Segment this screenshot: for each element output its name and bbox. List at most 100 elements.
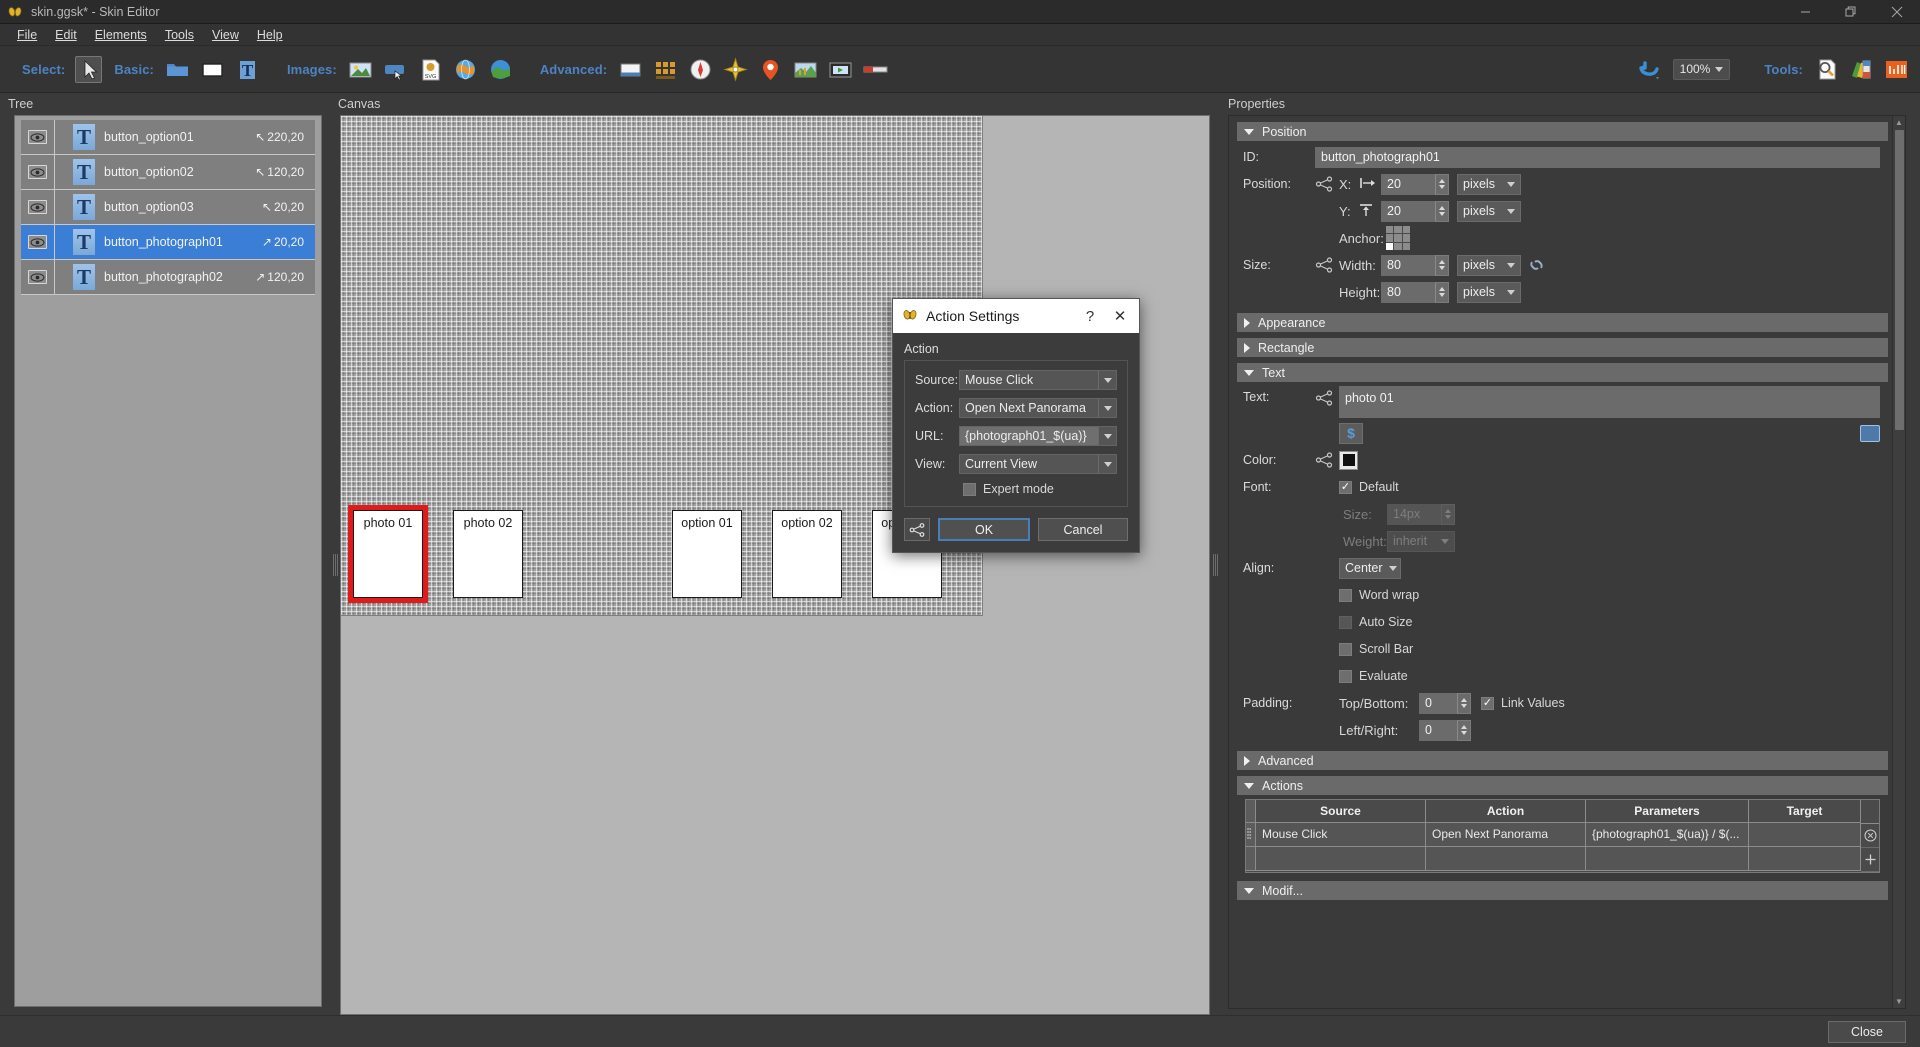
progress-bar-icon[interactable]	[862, 56, 889, 83]
dialog-help-button[interactable]: ?	[1075, 301, 1105, 331]
rectangle-icon[interactable]	[199, 56, 226, 83]
visibility-toggle[interactable]	[21, 120, 55, 154]
menu-elements[interactable]: Elements	[86, 26, 156, 44]
padding-tb-stepper[interactable]: 0	[1419, 692, 1471, 714]
undo-icon[interactable]	[1635, 54, 1665, 84]
menu-help[interactable]: Help	[248, 26, 292, 44]
inspector-icon[interactable]	[1813, 56, 1840, 83]
menu-tools[interactable]: Tools	[156, 26, 203, 44]
anchor-cell-4[interactable]	[1394, 234, 1402, 242]
video-icon[interactable]	[827, 56, 854, 83]
column-header-action[interactable]: Action	[1426, 800, 1586, 823]
share-node-icon[interactable]	[1315, 452, 1333, 468]
width-input[interactable]: 80	[1381, 254, 1435, 276]
anchor-cell-1[interactable]	[1394, 226, 1402, 234]
cell-target[interactable]	[1749, 847, 1861, 871]
x-input[interactable]: 20	[1381, 173, 1435, 195]
left-splitter[interactable]	[330, 115, 340, 1015]
align-left-icon[interactable]	[1359, 177, 1381, 192]
scroll-up-arrow[interactable]: ▲	[1893, 116, 1906, 129]
actions-row-2[interactable]	[1246, 847, 1861, 871]
dialog-close-button[interactable]: ✕	[1105, 301, 1135, 331]
share-node-icon[interactable]	[1315, 390, 1333, 406]
map-icon[interactable]	[487, 56, 514, 83]
section-header-modifiers[interactable]: Modif...	[1237, 881, 1888, 900]
url-combo[interactable]: {photograph01_$(ua)}	[959, 426, 1117, 446]
link-size-icon[interactable]	[1529, 256, 1545, 274]
compass-icon[interactable]	[687, 56, 714, 83]
x-unit-select[interactable]: pixels	[1457, 173, 1521, 195]
evaluate-checkbox[interactable]	[1339, 669, 1352, 683]
font-default-checkbox[interactable]: ✓	[1339, 480, 1352, 494]
anchor-cell-8[interactable]	[1402, 242, 1410, 250]
section-header-advanced[interactable]: Advanced	[1237, 751, 1888, 770]
x-stepper[interactable]: 20	[1381, 173, 1449, 195]
expert-mode-checkbox[interactable]	[963, 482, 976, 496]
container-folder-icon[interactable]	[164, 56, 191, 83]
section-header-text[interactable]: Text	[1237, 363, 1888, 382]
anchor-cell-5[interactable]	[1402, 234, 1410, 242]
thumbnail-grid-icon[interactable]	[652, 56, 679, 83]
canvas-area[interactable]: photo 01 photo 02 option 01 option 02 op…	[340, 115, 1210, 1015]
height-spin-buttons[interactable]	[1435, 281, 1449, 303]
cursor-arrow-icon[interactable]	[75, 55, 103, 83]
padding-lr-input[interactable]: 0	[1419, 719, 1457, 741]
tree-item-button-option03[interactable]: T button_option03 ↖ 20,20	[21, 190, 315, 225]
column-header-source[interactable]: Source	[1256, 800, 1426, 823]
tree-item-button-photograph02[interactable]: T button_photograph02 ↗ 120,20	[21, 260, 315, 295]
row-drag-handle[interactable]	[1246, 847, 1256, 871]
scrollbar-thumb[interactable]	[1894, 130, 1904, 430]
map-pin-icon[interactable]	[757, 56, 784, 83]
settings-orange-icon[interactable]	[1883, 56, 1910, 83]
anchor-cell-0[interactable]	[1386, 226, 1394, 234]
canvas-element-option01[interactable]: option 01	[672, 510, 742, 598]
height-input[interactable]: 80	[1381, 281, 1435, 303]
window-icon[interactable]	[617, 56, 644, 83]
anchor-cell-6[interactable]	[1386, 242, 1394, 250]
cell-source[interactable]	[1256, 847, 1426, 871]
image-icon[interactable]	[347, 56, 374, 83]
word-wrap-checkbox[interactable]	[1339, 588, 1352, 602]
x-spin-buttons[interactable]	[1435, 173, 1449, 195]
align-top-icon[interactable]	[1359, 203, 1381, 220]
close-window-button[interactable]	[1874, 0, 1920, 24]
variable-insert-button[interactable]: $	[1339, 422, 1363, 444]
globe-icon[interactable]	[452, 56, 479, 83]
menu-file[interactable]: File	[8, 26, 46, 44]
padding-lr-spin-buttons[interactable]	[1457, 719, 1471, 741]
height-stepper[interactable]: 80	[1381, 281, 1449, 303]
text-icon[interactable]: T	[234, 56, 261, 83]
column-header-target[interactable]: Target	[1749, 800, 1861, 823]
height-unit-select[interactable]: pixels	[1457, 281, 1521, 303]
view-select[interactable]: Current View	[959, 454, 1117, 474]
column-header-parameters[interactable]: Parameters	[1586, 800, 1749, 823]
width-spin-buttons[interactable]	[1435, 254, 1449, 276]
action-select[interactable]: Open Next Panorama	[959, 398, 1117, 418]
width-unit-select[interactable]: pixels	[1457, 254, 1521, 276]
text-input[interactable]: photo 01	[1339, 386, 1880, 418]
id-input[interactable]: button_photograph01	[1315, 146, 1880, 168]
plus-icon[interactable]	[1861, 848, 1879, 872]
y-input[interactable]: 20	[1381, 200, 1435, 222]
tree-item-button-photograph01[interactable]: T button_photograph01 ↗ 20,20	[21, 225, 315, 260]
color-palette-icon[interactable]	[1848, 56, 1875, 83]
auto-size-checkbox[interactable]	[1339, 615, 1352, 629]
y-stepper[interactable]: 20	[1381, 200, 1449, 222]
cell-action[interactable]: Open Next Panorama	[1426, 823, 1586, 847]
padding-tb-input[interactable]: 0	[1419, 692, 1457, 714]
tree-item-button-option01[interactable]: T button_option01 ↖ 220,20	[21, 120, 315, 155]
visibility-toggle[interactable]	[21, 260, 55, 294]
radar-map-icon[interactable]	[792, 56, 819, 83]
canvas-element-photo02[interactable]: photo 02	[453, 510, 523, 598]
share-node-icon[interactable]	[904, 518, 930, 541]
cell-action[interactable]	[1426, 847, 1586, 871]
cell-target[interactable]	[1749, 823, 1861, 847]
link-values-checkbox[interactable]: ✓	[1481, 696, 1494, 710]
image-picker-button[interactable]	[1860, 424, 1880, 442]
chevron-down-icon[interactable]	[1098, 427, 1116, 445]
right-splitter[interactable]	[1210, 115, 1220, 1015]
y-spin-buttons[interactable]	[1435, 200, 1449, 222]
visibility-toggle[interactable]	[21, 155, 55, 189]
scroll-down-arrow[interactable]: ▼	[1893, 995, 1906, 1008]
zoom-level-selector[interactable]: 100%	[1672, 58, 1731, 80]
